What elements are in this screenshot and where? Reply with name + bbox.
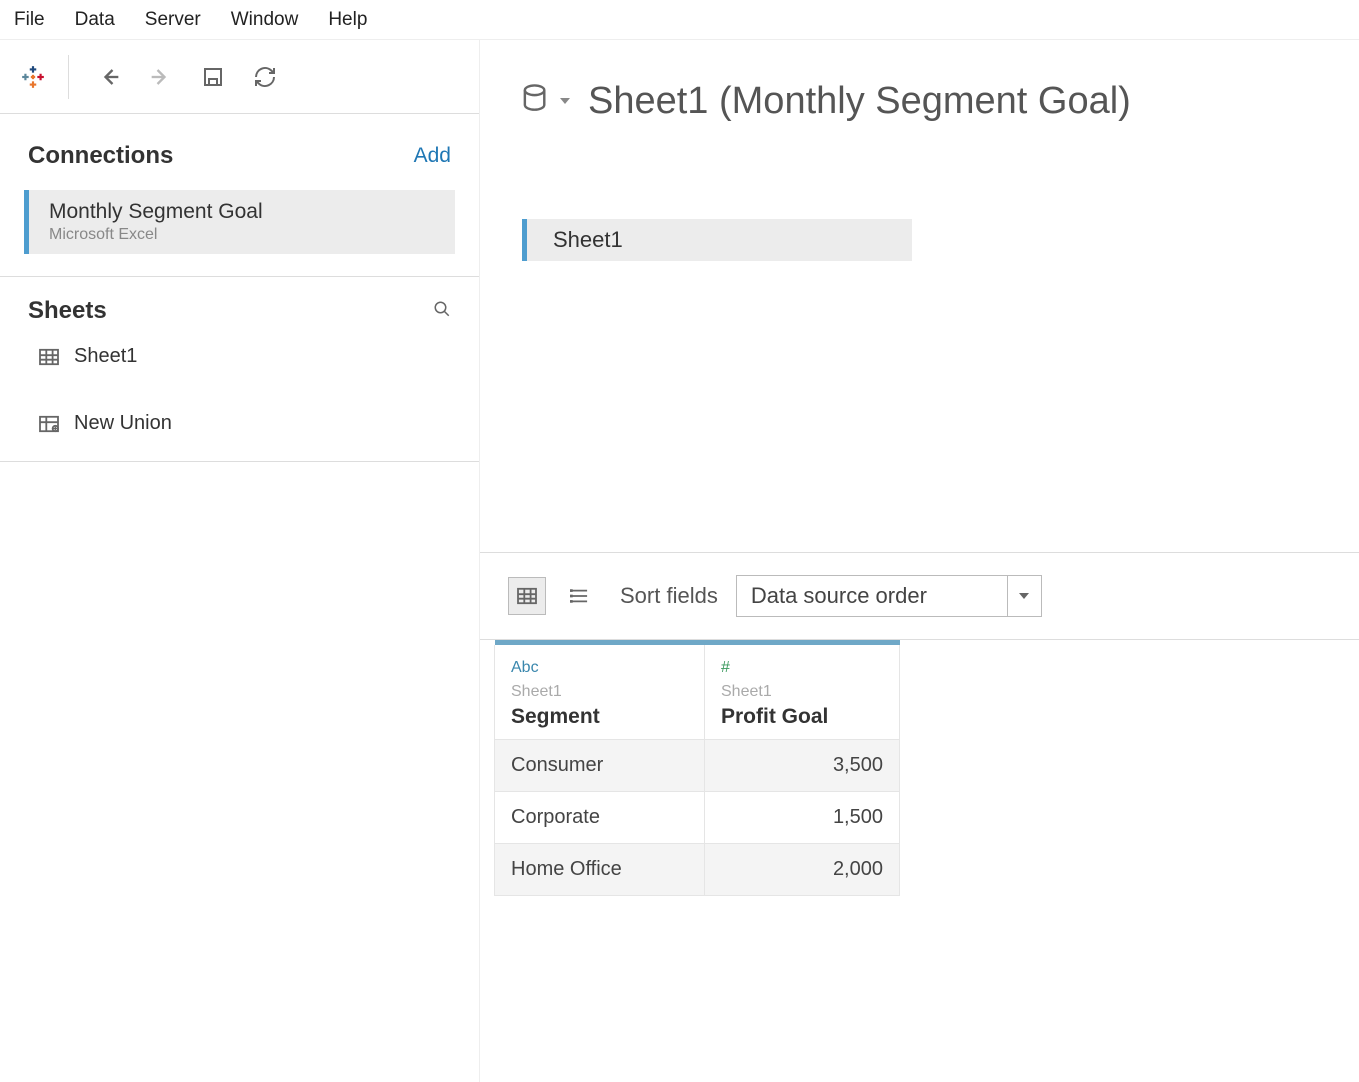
menu-server[interactable]: Server bbox=[145, 9, 201, 31]
cell-segment: Consumer bbox=[495, 740, 705, 792]
right-panel: Sheet1 (Monthly Segment Goal) Sheet1 Sor… bbox=[480, 40, 1359, 1082]
save-button[interactable] bbox=[193, 57, 233, 97]
table-row[interactable]: Home Office 2,000 bbox=[495, 844, 900, 896]
column-source: Sheet1 bbox=[511, 683, 688, 701]
metadata-view-button[interactable] bbox=[560, 577, 598, 615]
type-indicator-number-icon: # bbox=[721, 659, 883, 677]
sort-fields-select[interactable]: Data source order bbox=[736, 575, 1042, 617]
sheets-title: Sheets bbox=[28, 297, 107, 325]
column-name: Segment bbox=[511, 705, 688, 729]
connections-title: Connections bbox=[28, 142, 173, 170]
column-name: Profit Goal bbox=[721, 705, 883, 729]
canvas-sheet-pill[interactable]: Sheet1 bbox=[522, 219, 912, 261]
refresh-button[interactable] bbox=[245, 57, 285, 97]
menu-data[interactable]: Data bbox=[75, 9, 115, 31]
cell-profit-goal: 1,500 bbox=[705, 792, 900, 844]
cell-profit-goal: 3,500 bbox=[705, 740, 900, 792]
connection-type: Microsoft Excel bbox=[49, 226, 439, 244]
tableau-logo-icon bbox=[18, 62, 48, 92]
back-button[interactable] bbox=[89, 57, 129, 97]
cell-segment: Corporate bbox=[495, 792, 705, 844]
table-row[interactable]: Consumer 3,500 bbox=[495, 740, 900, 792]
connection-item[interactable]: Monthly Segment Goal Microsoft Excel bbox=[24, 190, 455, 254]
join-canvas[interactable]: Sheet1 bbox=[480, 123, 1359, 553]
toolbar-divider bbox=[68, 55, 69, 99]
grid-view-button[interactable] bbox=[508, 577, 546, 615]
cell-segment: Home Office bbox=[495, 844, 705, 896]
connection-name: Monthly Segment Goal bbox=[49, 200, 439, 224]
add-connection-button[interactable]: Add bbox=[414, 144, 451, 168]
datasource-title[interactable]: Sheet1 (Monthly Segment Goal) bbox=[588, 80, 1131, 123]
menu-bar: File Data Server Window Help bbox=[0, 0, 1359, 40]
sort-fields-label: Sort fields bbox=[620, 583, 718, 609]
new-union-label: New Union bbox=[74, 412, 172, 435]
grid-toolbar: Sort fields Data source order bbox=[480, 553, 1359, 640]
sheet-item-sheet1[interactable]: Sheet1 bbox=[0, 337, 479, 376]
type-indicator-string-icon: Abc bbox=[511, 659, 688, 677]
connections-header: Connections Add bbox=[0, 114, 479, 184]
sheet-item-label: Sheet1 bbox=[74, 345, 137, 368]
menu-file[interactable]: File bbox=[14, 9, 45, 31]
forward-button[interactable] bbox=[141, 57, 181, 97]
table-icon bbox=[38, 348, 60, 366]
left-panel: Connections Add Monthly Segment Goal Mic… bbox=[0, 40, 480, 1082]
canvas-sheet-label: Sheet1 bbox=[553, 227, 623, 253]
datasource-icon[interactable] bbox=[522, 83, 552, 121]
chevron-down-icon bbox=[1007, 576, 1041, 616]
column-header-segment[interactable]: Abc Sheet1 Segment bbox=[495, 645, 705, 740]
menu-help[interactable]: Help bbox=[328, 9, 367, 31]
column-header-profit-goal[interactable]: # Sheet1 Profit Goal bbox=[705, 645, 900, 740]
datasource-title-row: Sheet1 (Monthly Segment Goal) bbox=[480, 40, 1359, 123]
union-icon bbox=[38, 415, 60, 433]
new-union-item[interactable]: New Union bbox=[0, 404, 479, 443]
cell-profit-goal: 2,000 bbox=[705, 844, 900, 896]
sort-fields-value: Data source order bbox=[737, 583, 1007, 609]
search-sheets-icon[interactable] bbox=[433, 300, 451, 323]
chevron-down-icon[interactable] bbox=[560, 93, 570, 110]
menu-window[interactable]: Window bbox=[231, 9, 299, 31]
divider bbox=[0, 461, 479, 462]
toolbar bbox=[0, 40, 479, 114]
column-source: Sheet1 bbox=[721, 683, 883, 701]
data-grid: Abc Sheet1 Segment # Sheet1 Profit Goal bbox=[480, 640, 1359, 896]
table-row[interactable]: Corporate 1,500 bbox=[495, 792, 900, 844]
sheets-header: Sheets bbox=[0, 277, 479, 337]
